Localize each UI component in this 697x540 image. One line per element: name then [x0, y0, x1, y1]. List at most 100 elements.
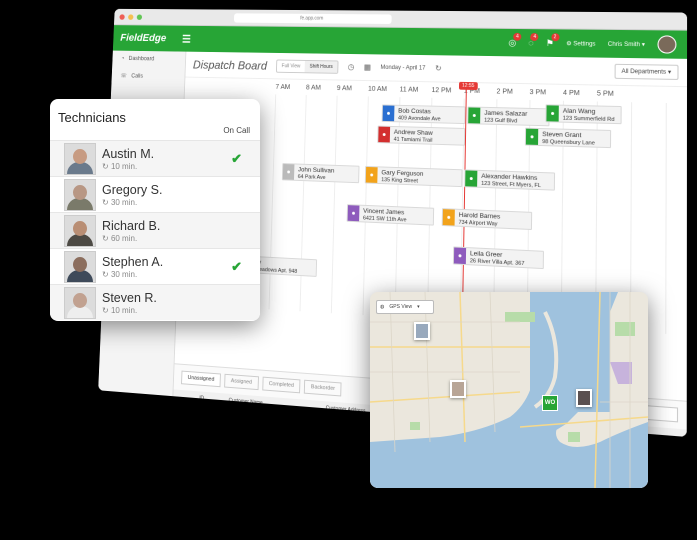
on-call-check-icon: ✔ — [231, 259, 242, 274]
job-info: James Salazar 123 Gulf Blvd — [480, 108, 531, 125]
hour-label: 7 AM — [275, 83, 291, 91]
department-select[interactable]: All Departments ▾ — [614, 63, 679, 80]
clock-icon[interactable]: ◷ — [348, 63, 355, 72]
job-info: Leila Greer 26 River Villa Apt. 367 — [466, 248, 529, 267]
technician-row[interactable]: Austin M. ↻ 10 min. ✔ — [50, 140, 260, 176]
gps-view-select[interactable]: ◍ GPS View ▾ — [376, 300, 434, 314]
table-cell — [192, 419, 223, 437]
hamburger-icon[interactable]: ☰ — [182, 33, 191, 45]
url-bar[interactable]: fe.app.com — [233, 12, 392, 24]
clock-icon: ● — [378, 126, 391, 143]
clock-icon: ● — [546, 105, 559, 122]
eta-text: 10 min. — [110, 161, 138, 171]
settings-label: Settings — [573, 40, 596, 48]
technicians-title: Technicians — [58, 110, 126, 125]
refresh-icon: ↻ — [102, 161, 109, 171]
table-cell — [172, 403, 194, 420]
job-card[interactable]: ● Alan Wang 123 Summerfield Rd — [545, 104, 622, 125]
calendar-icon[interactable]: ▦ — [364, 63, 371, 72]
phone-icon: ☏ — [120, 73, 128, 80]
technician-name: Stephen A. — [102, 254, 164, 269]
technician-avatar — [64, 178, 96, 211]
wrench-icon: ● — [347, 205, 360, 222]
technician-info: Richard B. ↻ 60 min. — [102, 219, 160, 243]
tab-completed[interactable]: Completed — [261, 376, 301, 394]
close-window-icon[interactable] — [119, 13, 125, 20]
technician-row[interactable]: Stephen A. ↻ 30 min. ✔ — [50, 248, 260, 284]
technician-row[interactable]: Steven R. ↻ 10 min. — [50, 284, 260, 320]
tab-full-view[interactable]: Full View — [277, 60, 305, 72]
alert-icon[interactable]: ◎ 4 — [508, 32, 522, 48]
job-address: 6421 SW 11th Ave — [362, 215, 407, 224]
column-header[interactable]: ID — [193, 391, 224, 408]
refresh-icon[interactable]: ↻ — [435, 64, 442, 73]
current-time-tag: 12:55 — [458, 81, 478, 91]
map-canvas[interactable] — [370, 292, 648, 488]
tab-unassigned[interactable]: Unassigned — [181, 370, 221, 388]
job-address: 123 Gulf Blvd — [484, 117, 518, 125]
column-header[interactable] — [173, 389, 195, 406]
tab-assigned[interactable]: Assigned — [224, 373, 259, 391]
job-info: Alexander Hawkins 123 Street, Ft Myers, F… — [477, 171, 545, 189]
technician-map-pin[interactable] — [450, 380, 466, 398]
department-value: All Departments — [621, 68, 667, 76]
technician-info: Steven R. ↻ 10 min. — [102, 291, 157, 315]
sidebar-item-dashboard[interactable]: ◔ Dashboard — [112, 51, 185, 69]
minimize-window-icon[interactable] — [128, 13, 134, 20]
tab-backorder[interactable]: Backorder — [304, 379, 342, 397]
technician-map-pin[interactable] — [414, 322, 430, 340]
avatar-head — [73, 292, 87, 308]
avatar-head — [73, 220, 87, 236]
job-address: 135 King Street — [381, 177, 419, 185]
technician-eta: ↻ 10 min. — [102, 162, 154, 171]
truck-icon: ● — [382, 105, 395, 122]
job-card[interactable]: ● Bob Costas 409 Avondale Ave — [381, 104, 466, 125]
job-card[interactable]: ● Alexander Hawkins 123 Street, Ft Myers, … — [464, 169, 556, 191]
chat-badge: 4 — [530, 33, 539, 41]
hour-label: 8 AM — [305, 84, 321, 92]
brand-name: FieldEdge — [120, 32, 167, 44]
job-info: Bob Costas 409 Avondale Ave — [394, 106, 445, 123]
user-avatar[interactable] — [657, 35, 677, 54]
job-info: Andrew Shaw 41 Tamiami Trail — [390, 127, 437, 144]
user-name: Chris Smith — [607, 41, 641, 48]
job-info: Alan Wang 123 Summerfield Rd — [559, 106, 619, 123]
globe-icon: ◍ — [380, 304, 385, 310]
table-cell — [171, 418, 194, 435]
flag-icon[interactable]: ⚑ 2 — [546, 32, 560, 49]
view-toggle: Full View Shift Hours — [275, 59, 339, 74]
clock-icon: ● — [468, 107, 481, 124]
user-menu[interactable]: Chris Smith ▾ — [608, 40, 645, 47]
work-order-map-pin[interactable]: WO — [542, 395, 558, 411]
maximize-window-icon[interactable] — [136, 13, 143, 20]
avatar-head — [73, 256, 87, 272]
settings-link[interactable]: ⚙ Settings — [566, 40, 595, 47]
technician-row[interactable]: Richard B. ↻ 60 min. — [50, 212, 260, 248]
job-card[interactable]: ● Gary Ferguson 135 King Street — [364, 165, 463, 188]
table-cell: Alexander Hawkins — [222, 407, 320, 431]
on-call-header: On Call — [223, 126, 250, 135]
app-logo[interactable]: FieldEdge ☰ — [113, 32, 212, 45]
job-card[interactable]: ● Andrew Shaw 41 Tamiami Trail — [377, 125, 466, 146]
stage: fe.app.com FieldEdge ☰ ◎ 4 ◌ 4 ⚑ 2 ⚙ Settin… — [0, 0, 697, 540]
job-card[interactable]: ● James Salazar 123 Gulf Blvd — [467, 106, 550, 127]
job-info: Gary Ferguson 135 King Street — [377, 167, 427, 184]
job-info: John Sullivan 64 Park Ave — [294, 164, 338, 181]
table-cell: Bedelia Ross — [221, 422, 320, 437]
job-info: Harold Barnes 734 Airport Way — [455, 210, 505, 228]
hour-label: 2 PM — [496, 87, 513, 96]
dashboard-icon: ◔ — [121, 56, 125, 62]
technician-map-pin[interactable] — [576, 389, 592, 407]
tab-shift-hours[interactable]: Shift Hours — [304, 60, 338, 73]
technician-row[interactable]: Gregory S. ↻ 30 min. — [50, 176, 260, 212]
hour-label: 9 AM — [336, 84, 352, 92]
eta-text: 60 min. — [110, 233, 138, 243]
job-card[interactable]: ● John Sullivan 64 Park Ave — [281, 163, 360, 184]
sidebar-item-label: Dashboard — [128, 56, 155, 63]
refresh-icon: ↻ — [102, 233, 109, 243]
chat-icon[interactable]: ◌ 4 — [528, 33, 539, 48]
job-card[interactable]: ● Steven Grant 98 Queensbury Lane — [524, 127, 612, 149]
refresh-icon: ↻ — [102, 269, 109, 279]
refresh-icon: ↻ — [102, 305, 109, 315]
sidebar-item-calls[interactable]: ☏ Calls — [111, 67, 184, 86]
